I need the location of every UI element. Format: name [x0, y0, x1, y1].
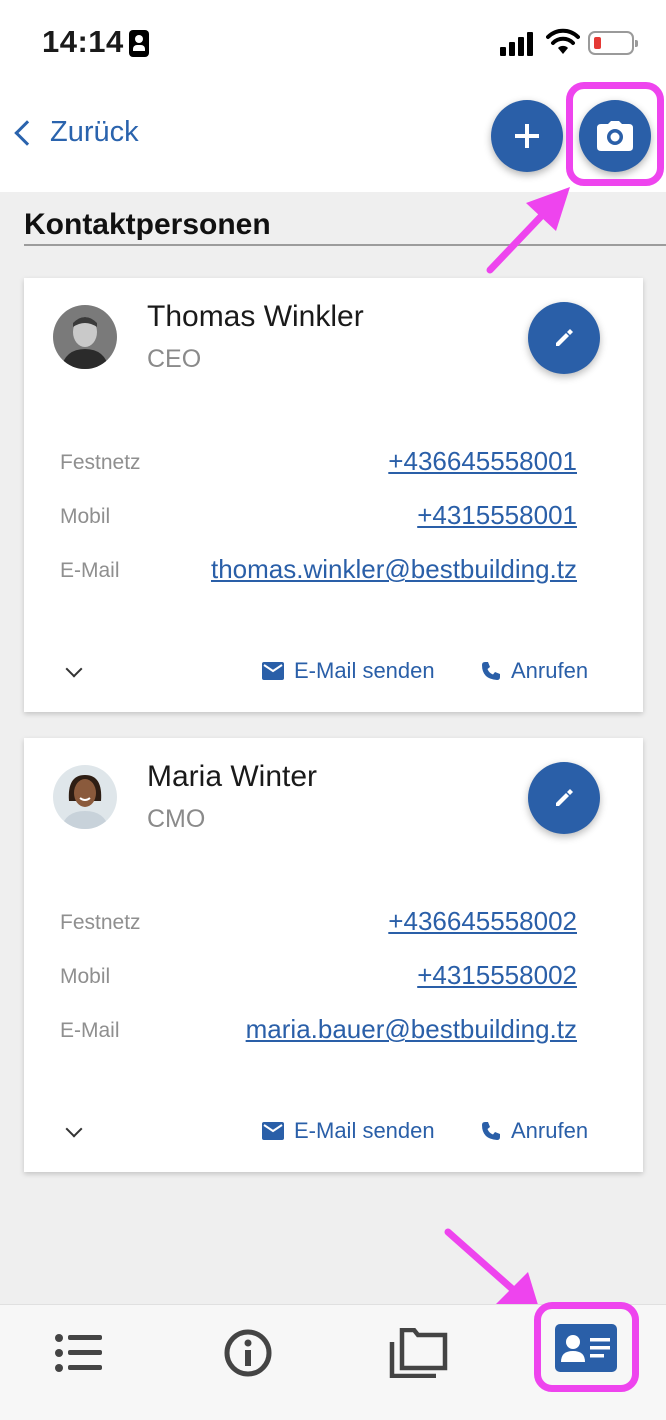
mobile-link[interactable]: +4315558002	[417, 960, 577, 991]
camera-icon	[597, 121, 633, 151]
list-icon	[55, 1334, 102, 1372]
email-label: E-Mail	[60, 1019, 120, 1042]
call-label: Anrufen	[511, 658, 589, 683]
mobile-label: Mobil	[60, 505, 111, 528]
expand-chevron-icon[interactable]	[65, 1120, 83, 1138]
landline-link[interactable]: +436645558001	[388, 446, 577, 477]
landline-link[interactable]: +436645558002	[388, 906, 577, 937]
annotation-arrow	[486, 187, 570, 274]
mail-icon	[262, 662, 284, 680]
wifi-icon	[546, 28, 580, 54]
send-email-button[interactable]: E-Mail senden	[262, 658, 435, 684]
info-icon	[224, 1329, 272, 1377]
contact-card-icon	[561, 1335, 610, 1362]
plus-icon	[515, 124, 539, 148]
mail-icon	[262, 1122, 284, 1140]
pencil-icon	[556, 789, 573, 806]
call-button[interactable]: Anrufen	[481, 1118, 588, 1144]
cellular-signal-icon	[500, 30, 540, 56]
send-email-button[interactable]: E-Mail senden	[262, 1118, 435, 1144]
contact-name: Thomas Winkler	[147, 300, 364, 333]
email-label: E-Mail	[60, 559, 120, 582]
phone-icon	[482, 662, 500, 680]
avatar	[53, 765, 117, 829]
add-contact-button[interactable]	[491, 100, 563, 172]
landline-label: Festnetz	[60, 451, 141, 474]
tab-info[interactable]	[213, 1325, 283, 1381]
email-link[interactable]: maria.bauer@bestbuilding.tz	[246, 1014, 577, 1045]
battery-low-icon	[588, 31, 638, 55]
tab-contacts[interactable]	[555, 1324, 617, 1372]
tab-list[interactable]	[44, 1325, 114, 1381]
status-bar: 14:14	[0, 0, 666, 88]
folders-icon	[389, 1328, 448, 1378]
contact-card: Thomas Winkler CEO Festnetz +43664555800…	[24, 278, 643, 712]
scan-camera-button[interactable]	[579, 100, 651, 172]
call-button[interactable]: Anrufen	[481, 658, 588, 684]
contact-role: CEO	[147, 345, 202, 373]
expand-chevron-icon[interactable]	[65, 660, 83, 678]
contact-card-icon	[129, 30, 149, 57]
email-link[interactable]: thomas.winkler@bestbuilding.tz	[211, 554, 577, 585]
landline-label: Festnetz	[60, 911, 141, 934]
contact-role: CMO	[147, 805, 206, 833]
edit-contact-button[interactable]	[528, 302, 600, 374]
call-label: Anrufen	[511, 1118, 589, 1143]
chevron-left-icon	[14, 119, 40, 146]
edit-contact-button[interactable]	[528, 762, 600, 834]
send-email-label: E-Mail senden	[294, 658, 435, 683]
pencil-icon	[556, 329, 573, 346]
contact-card: Maria Winter CMO Festnetz +436645558002 …	[24, 738, 643, 1172]
avatar	[53, 305, 117, 369]
section-title: Kontaktpersonen	[24, 208, 271, 241]
section-divider	[24, 244, 666, 246]
back-label: Zurück	[50, 116, 139, 148]
phone-icon	[482, 1122, 500, 1140]
tab-documents[interactable]	[383, 1325, 453, 1381]
contact-name: Maria Winter	[147, 760, 318, 793]
back-button[interactable]: Zurück	[10, 116, 139, 149]
mobile-label: Mobil	[60, 965, 111, 988]
status-time: 14:14	[42, 24, 124, 59]
nav-bar: Zurück	[0, 88, 666, 192]
mobile-link[interactable]: +4315558001	[417, 500, 577, 531]
send-email-label: E-Mail senden	[294, 1118, 435, 1143]
